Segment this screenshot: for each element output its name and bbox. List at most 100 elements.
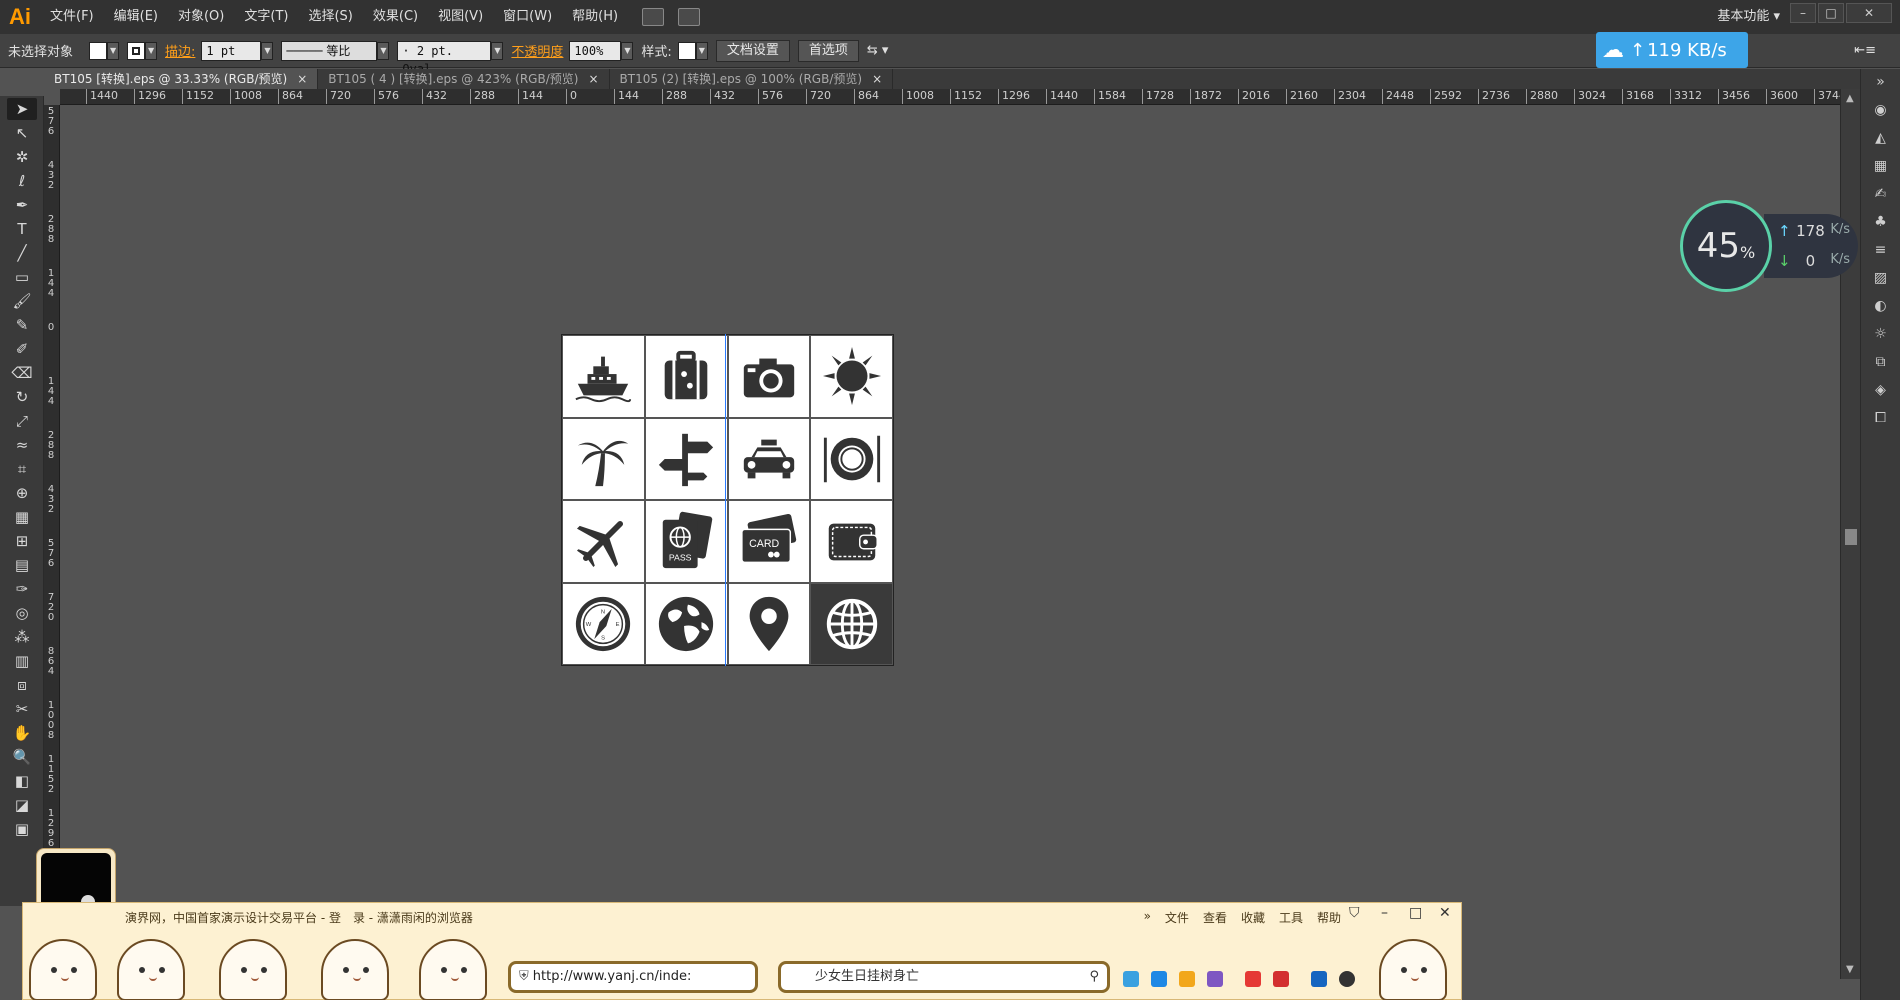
minimize-button[interactable]: – [1790,3,1816,23]
weather-icon[interactable] [1123,971,1139,987]
screen-mode-icon[interactable]: ▣ [7,818,37,840]
rectangle-tool-icon[interactable]: ▭ [7,266,37,288]
zoom-tool-icon[interactable]: 🔍 [7,746,37,768]
stroke-weight-dropdown[interactable]: ▼ [261,41,274,60]
transparency-panel-icon[interactable]: ◐ [1869,295,1893,317]
globe-icon[interactable] [810,582,893,665]
color-panel-icon[interactable]: ◉ [1869,99,1893,121]
camera-icon[interactable] [727,335,811,418]
browser-maximize-button[interactable]: □ [1409,905,1422,921]
profile-dropdown[interactable]: ▼ [377,41,390,60]
paintbrush-tool-icon[interactable]: 🖌 [7,290,37,312]
menu-edit[interactable]: 编辑(E) [104,0,168,34]
browser-minimize-button[interactable]: – [1381,905,1388,921]
weibo-icon[interactable] [1273,971,1289,987]
lasso-tool-icon[interactable]: ℓ [7,170,37,192]
search-input[interactable]: 少女生日挂树身亡 ⚲ [778,961,1110,993]
brush-dropdown[interactable]: ▼ [491,41,504,60]
arrange-icon[interactable]: ⇆ ▾ [867,43,889,58]
opacity-dropdown[interactable]: ▼ [621,41,634,60]
graphic-styles-icon[interactable]: ⧉ [1869,351,1893,373]
compass-icon[interactable]: N E S W [562,582,645,665]
ship-icon[interactable] [562,335,645,418]
earth-icon[interactable] [644,582,728,665]
style-dropdown[interactable]: ▼ [695,41,708,60]
screenshot-icon[interactable] [1207,971,1223,987]
warp-tool-icon[interactable]: ≈ [7,434,37,456]
sun-icon[interactable] [810,335,893,418]
browser-menu-view[interactable]: 查看 [1203,909,1227,926]
browser-menu-file[interactable]: 文件 [1165,909,1189,926]
stroke-label[interactable]: 描边: [165,41,195,60]
notes-icon[interactable] [1179,971,1195,987]
taxi-icon[interactable] [727,417,811,500]
symbol-sprayer-tool-icon[interactable]: ⁂ [7,626,37,648]
fill-swatch[interactable] [89,41,108,60]
menu-window[interactable]: 窗口(W) [493,0,562,34]
menu-effect[interactable]: 效果(C) [363,0,428,34]
network-speed-widget[interactable]: ☁ ↑ 119 KB/s [1596,32,1748,68]
suitcase-icon[interactable] [644,335,728,418]
appearance-panel-icon[interactable]: ☼ [1869,323,1893,345]
tab-bt105-4[interactable]: BT105 ( 4 ) [转换].eps @ 423% (RGB/预览) × [318,69,610,89]
horizontal-ruler[interactable]: 1440 1296 1152 1008 864 720 576 432 288 144 0 144 28… [60,89,1840,105]
browser-close-button[interactable]: ✕ [1439,905,1451,921]
column-graph-tool-icon[interactable]: ▥ [7,650,37,672]
magic-wand-tool-icon[interactable]: ✲ [7,146,37,168]
stroke-weight-field[interactable]: 1 pt [201,40,262,61]
rotate-tool-icon[interactable]: ↻ [7,386,37,408]
wallet-icon[interactable] [810,500,893,583]
artboard-tool-icon[interactable]: ⧈ [7,674,37,696]
workspace-switcher[interactable]: 基本功能 ▾ [1717,0,1780,34]
close-icon[interactable]: × [872,72,882,86]
document-setup-button[interactable]: 文档设置 [715,39,790,62]
eraser-tool-icon[interactable]: ⌫ [7,362,37,384]
signpost-icon[interactable] [644,417,728,500]
opacity-label[interactable]: 不透明度 [511,41,563,60]
mesh-tool-icon[interactable]: ⊞ [7,530,37,552]
type-tool-icon[interactable]: T [7,218,37,240]
variable-width-profile[interactable]: ───── 等比 [281,40,378,61]
calculator-icon[interactable] [1151,971,1167,987]
layers-panel-icon[interactable]: ◈ [1869,379,1893,401]
maximize-button[interactable]: □ [1818,3,1844,23]
stroke-swatch[interactable] [127,41,146,60]
menu-help[interactable]: 帮助(H) [562,0,628,34]
blend-tool-icon[interactable]: ◎ [7,602,37,624]
fill-dropdown[interactable]: ▼ [107,41,120,60]
blob-brush-tool-icon[interactable]: ✐ [7,338,37,360]
pen-tool-icon[interactable]: ✒ [7,194,37,216]
scroll-up-icon[interactable]: ▲ [1846,93,1854,104]
close-button[interactable]: ✕ [1846,3,1892,23]
swatches-panel-icon[interactable]: ▦ [1869,155,1893,177]
opacity-field[interactable]: 100% [569,40,622,61]
fill-stroke-swatches-icon[interactable]: ◧ [7,770,37,792]
map-pin-icon[interactable] [727,582,811,665]
credit-card-icon[interactable]: CARD [727,500,811,583]
selection-tool-icon[interactable]: ➤ [7,98,37,120]
menu-object[interactable]: 对象(O) [168,0,234,34]
scroll-thumb[interactable] [1845,529,1857,545]
gradient-tool-icon[interactable]: ▤ [7,554,37,576]
slice-tool-icon[interactable]: ✂ [7,698,37,720]
line-tool-icon[interactable]: ╱ [7,242,37,264]
bridge-icon[interactable] [642,8,665,26]
collapse-panels-icon[interactable]: » [1869,71,1893,93]
symbols-panel-icon[interactable]: ♣ [1869,211,1893,233]
free-transform-tool-icon[interactable]: ⌗ [7,458,37,480]
drawing-mode-icon[interactable]: ◪ [7,794,37,816]
more-icon[interactable] [1339,971,1355,987]
search-icon[interactable]: ⚲ [1089,964,1099,990]
hand-tool-icon[interactable]: ✋ [7,722,37,744]
passport-icon[interactable]: PASS [644,500,728,583]
network-speed-dial[interactable]: ↑ 178 K/s ↓ 0 K/s 45% [1680,200,1858,292]
browser-menu-favorites[interactable]: 收藏 [1241,909,1265,926]
palm-tree-icon[interactable] [562,417,645,500]
brush-definition[interactable]: · 2 pt. Oval [397,40,492,76]
ruler-guide[interactable] [725,334,726,666]
zoom-page-icon[interactable] [1311,971,1327,987]
style-swatch[interactable] [677,41,696,60]
menu-type[interactable]: 文字(T) [234,0,298,34]
preferences-button[interactable]: 首选项 [797,39,859,62]
direct-selection-tool-icon[interactable]: ↖ [7,122,37,144]
